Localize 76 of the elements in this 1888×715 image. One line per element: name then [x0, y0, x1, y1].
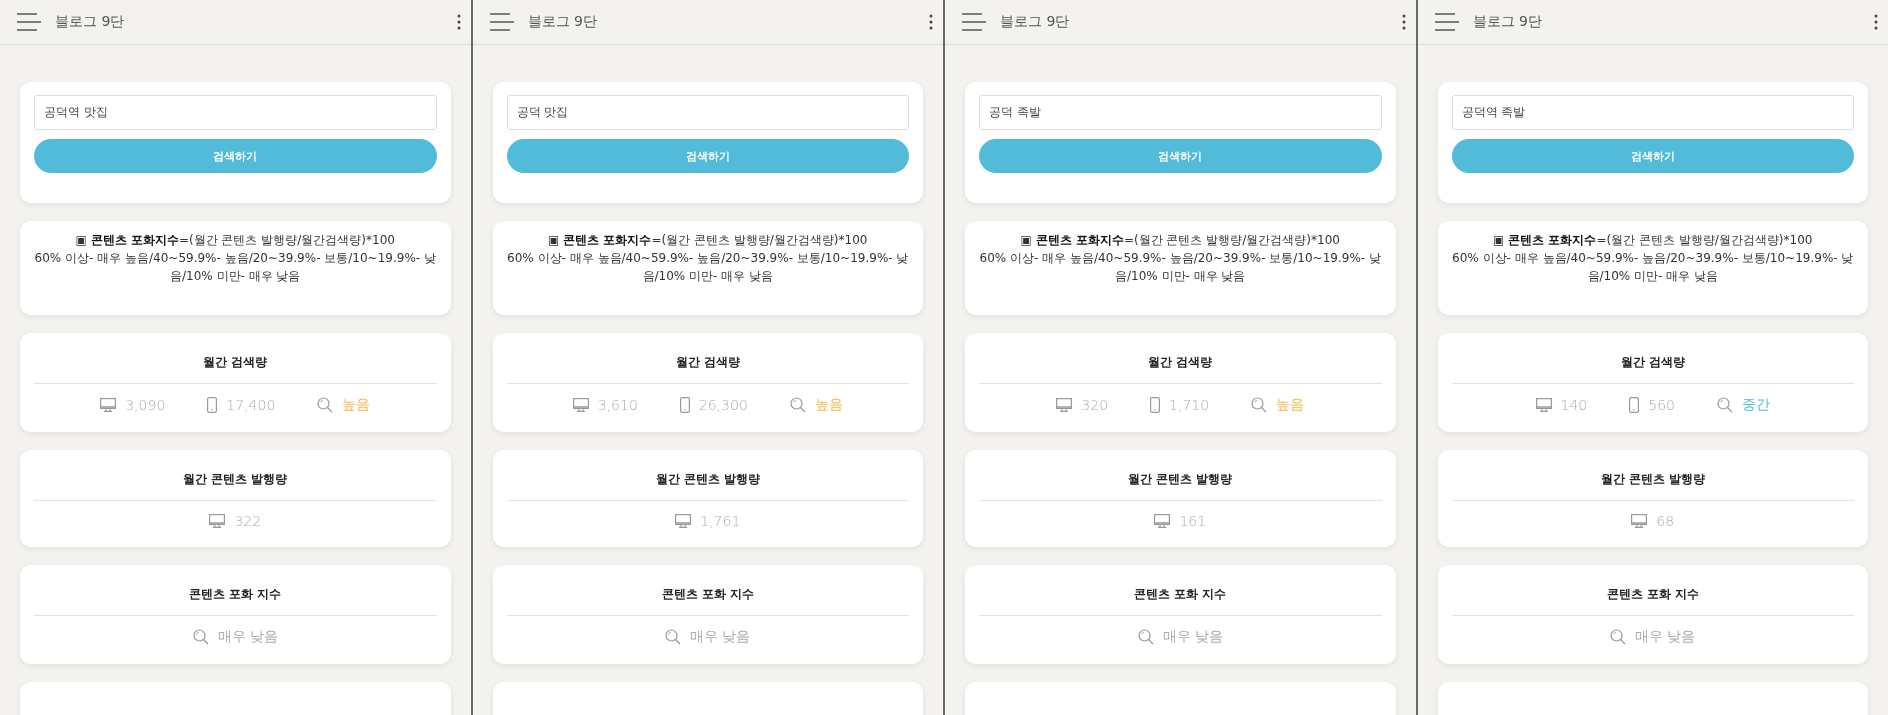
menu-icon[interactable]	[489, 13, 514, 31]
stat-value: 161	[1179, 513, 1207, 529]
monitor-icon	[1535, 398, 1552, 412]
monitor-icon	[675, 514, 692, 528]
monitor-icon	[1631, 514, 1648, 528]
monitor-icon	[572, 398, 589, 412]
menu-icon[interactable]	[1434, 13, 1459, 31]
card-title: 월간 콘텐츠 발행량	[1599, 471, 1706, 488]
card-title: 월간 콘텐츠 발행량	[182, 471, 289, 488]
app-title: 블로그 9단	[527, 13, 597, 31]
more-icon[interactable]	[1401, 14, 1406, 30]
stat-value: 3,090	[125, 397, 166, 413]
card-title: 월간 콘텐츠 발행량	[1127, 471, 1234, 488]
monitor-icon	[1056, 398, 1073, 412]
stat-value: 68	[1656, 513, 1675, 529]
stat-value: 매우 낮음	[217, 628, 278, 646]
monitor-icon	[209, 514, 226, 528]
menu-icon[interactable]	[962, 13, 986, 31]
card-title: 월간 검색량	[1619, 354, 1686, 371]
scale-text: 60% 이상- 매우 높음/40~59.9%- 높음/20~39.9%- 보통/10~19.9%- 낮음/10% 미만- 매우 낮음	[34, 250, 437, 285]
card-title: 콘텐츠 포화 지수	[188, 586, 283, 603]
stat-value: 560	[1648, 397, 1675, 413]
monitor-icon	[1154, 514, 1171, 528]
stat-value: 1,710	[1169, 397, 1210, 413]
search-icon	[1251, 397, 1268, 413]
stat-value: 3,610	[597, 397, 638, 413]
scale-text: 60% 이상- 매우 높음/40~59.9%- 높음/20~39.9%- 보통/10~19.9%- 낮음/10% 미만- 매우 낮음	[1451, 250, 1854, 285]
search-icon	[665, 629, 681, 645]
search-icon	[789, 397, 806, 413]
search-field[interactable]: 공덕 맛집	[506, 95, 909, 130]
search-icon	[1137, 629, 1154, 645]
formula-text: ▣ 콘텐츠 포화지수=(월간 콘텐츠 발행량/월간검색량)*100	[547, 232, 869, 249]
card-title: 월간 검색량	[1147, 354, 1214, 371]
search-icon	[1717, 397, 1733, 413]
formula-text: ▣ 콘텐츠 포화지수=(월간 콘텐츠 발행량/월간검색량)*100	[74, 232, 396, 249]
scale-text: 60% 이상- 매우 높음/40~59.9%- 높음/20~39.9%- 보통/10~19.9%- 낮음/10% 미만- 매우 낮음	[979, 250, 1382, 285]
stat-value: 322	[234, 513, 262, 529]
card-title: 월간 검색량	[674, 354, 741, 371]
search-icon	[317, 397, 334, 413]
stat-value: 높음	[342, 396, 371, 414]
search-icon	[192, 629, 209, 645]
stat-value: 320	[1081, 397, 1109, 413]
stat-value: 높음	[1276, 396, 1305, 414]
search-icon	[1610, 629, 1626, 645]
app-title: 블로그 9단	[1000, 13, 1070, 31]
phone-icon	[1150, 397, 1161, 413]
scale-text: 60% 이상- 매우 높음/40~59.9%- 높음/20~39.9%- 보통/10~19.9%- 낮음/10% 미만- 매우 낮음	[506, 250, 909, 285]
stat-value: 26,300	[698, 397, 748, 413]
formula-text: ▣ 콘텐츠 포화지수=(월간 콘텐츠 발행량/월간검색량)*100	[1019, 232, 1341, 249]
phone-icon	[679, 397, 690, 413]
stat-value: 140	[1560, 397, 1588, 413]
stat-value: 1,761	[700, 513, 741, 529]
app-title: 블로그 9단	[1472, 13, 1542, 31]
monitor-icon	[100, 398, 117, 412]
more-icon[interactable]	[1874, 14, 1878, 30]
stat-value: 높음	[814, 396, 843, 414]
search-field[interactable]: 공덕역 족발	[1451, 95, 1854, 130]
card-title: 콘텐츠 포화 지수	[660, 586, 755, 603]
phone-icon	[207, 397, 218, 413]
stat-value: 매우 낮음	[690, 628, 751, 646]
card-title: 월간 검색량	[202, 354, 269, 371]
stat-value: 중간	[1742, 396, 1770, 414]
more-icon[interactable]	[929, 14, 933, 30]
menu-icon[interactable]	[17, 13, 41, 31]
app-title: 블로그 9단	[55, 13, 125, 31]
phone-icon	[1629, 397, 1640, 413]
search-field[interactable]: 공덕역 맛집	[34, 95, 437, 130]
stat-value: 17,400	[226, 397, 276, 413]
more-icon[interactable]	[456, 14, 461, 30]
card-title: 월간 콘텐츠 발행량	[654, 471, 761, 488]
stat-value: 매우 낮음	[1635, 628, 1696, 646]
formula-text: ▣ 콘텐츠 포화지수=(월간 콘텐츠 발행량/월간검색량)*100	[1492, 232, 1814, 249]
search-field[interactable]: 공덕 족발	[979, 95, 1382, 130]
stat-value: 매우 낮음	[1162, 628, 1223, 646]
card-title: 콘텐츠 포화 지수	[1605, 586, 1700, 603]
card-title: 콘텐츠 포화 지수	[1133, 586, 1228, 603]
